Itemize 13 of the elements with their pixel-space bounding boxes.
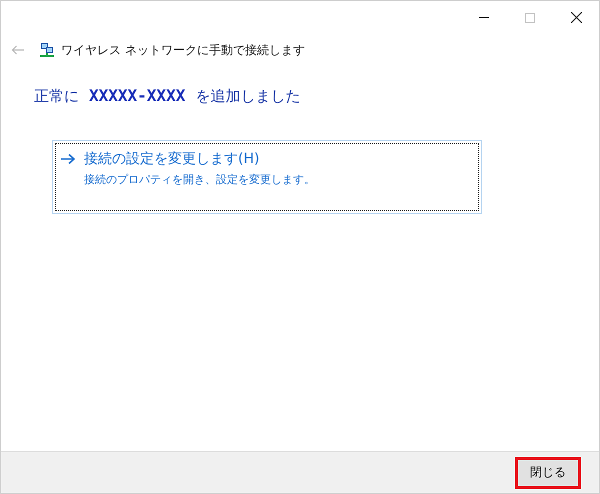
heading-text: を追加しました (195, 87, 300, 106)
network-icon (39, 42, 55, 58)
minimize-icon (479, 17, 489, 18)
heading-text: 正常に (34, 87, 79, 106)
close-icon (570, 12, 582, 23)
maximize-icon (525, 12, 535, 22)
network-name: XXXXX-XXXX (89, 86, 186, 105)
option-title: 接続の設定を変更します(H) (84, 150, 260, 168)
arrow-icon (60, 153, 76, 165)
change-settings-option[interactable]: 接続の設定を変更します(H) 接続のプロパティを開き、設定を変更します。 (52, 140, 482, 214)
option-description: 接続のプロパティを開き、設定を変更します。 (84, 172, 316, 187)
close-button[interactable]: 閉じる (517, 458, 579, 486)
window-title: ワイヤレス ネットワークに手動で接続します (61, 42, 305, 58)
